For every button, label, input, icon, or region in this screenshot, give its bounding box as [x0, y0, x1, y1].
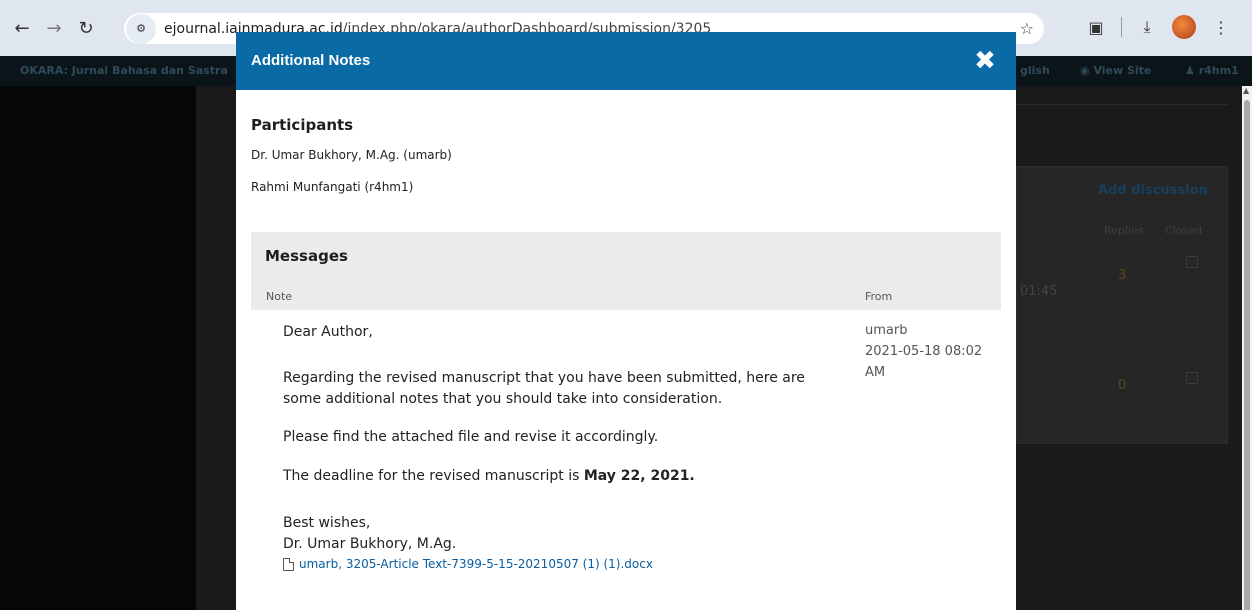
attachment-link[interactable]: umarb, 3205-Article Text-7399-5-15-20210…	[283, 557, 653, 571]
user-menu[interactable]: ♟ r4hm1	[1185, 64, 1239, 77]
journal-brand[interactable]: OKARA: Jurnal Bahasa dan Sastra	[20, 64, 228, 77]
replies-header: Replies	[1104, 224, 1144, 237]
forward-icon[interactable]: →	[38, 12, 70, 44]
modal-header: Additional Notes ✖	[236, 32, 1016, 90]
closing-line: Best wishes,	[283, 515, 371, 531]
participant-item: Dr. Umar Bukhory, M.Ag. (umarb)	[251, 148, 452, 162]
discussion-replies-count: 0	[1118, 378, 1127, 393]
deadline-text: The deadline for the revised manuscript …	[283, 468, 584, 484]
download-icon[interactable]: ⤓	[1136, 16, 1158, 38]
deadline-date: May 22, 2021.	[583, 468, 695, 484]
message-line: some additional notes that you should ta…	[283, 391, 723, 407]
message-deadline: The deadline for the revised manuscript …	[283, 466, 695, 487]
discussion-panel	[1016, 166, 1228, 444]
file-icon	[283, 557, 294, 571]
discussion-time: 01:45	[1020, 284, 1058, 299]
message-closing: Best wishes, Dr. Umar Bukhory, M.Ag.	[283, 513, 456, 555]
message-greeting: Dear Author,	[283, 324, 373, 340]
closed-checkbox[interactable]	[1186, 372, 1198, 384]
menu-icon[interactable]: ⋮	[1210, 16, 1232, 38]
message-paragraph: Please find the attached file and revise…	[283, 429, 659, 445]
site-info-icon[interactable]: ⚙	[126, 13, 156, 44]
star-icon[interactable]: ☆	[1020, 19, 1034, 38]
participants-title: Participants	[251, 116, 354, 134]
divider	[1016, 104, 1228, 105]
back-icon[interactable]: ←	[6, 12, 38, 44]
add-discussion-link[interactable]: Add discussion	[1098, 183, 1208, 198]
message-from-ampm: AM	[865, 365, 886, 380]
closed-header: Closed	[1165, 224, 1202, 237]
scroll-thumb[interactable]	[1244, 100, 1250, 610]
message-from-user: umarb	[865, 323, 908, 338]
messages-title: Messages	[265, 247, 348, 265]
user-name: r4hm1	[1198, 64, 1239, 77]
view-site-label: View Site	[1093, 64, 1152, 77]
message-paragraph: Regarding the revised manuscript that yo…	[283, 368, 805, 410]
attachment-filename: umarb, 3205-Article Text-7399-5-15-20210…	[299, 557, 653, 571]
message-row: Dear Author, Regarding the revised manus…	[251, 310, 1001, 610]
participant-item: Rahmi Munfangati (r4hm1)	[251, 180, 414, 194]
page-scrollbar[interactable]: ▲	[1242, 86, 1252, 610]
closed-checkbox[interactable]	[1186, 256, 1198, 268]
scroll-up-icon[interactable]: ▲	[1243, 86, 1249, 95]
modal-title: Additional Notes	[251, 52, 371, 69]
message-from-date: 2021-05-18 08:02	[865, 344, 983, 359]
message-line: Regarding the revised manuscript that yo…	[283, 370, 805, 386]
toolbar-separator	[1121, 17, 1122, 37]
profile-avatar[interactable]	[1172, 15, 1196, 39]
close-icon[interactable]: ✖	[972, 48, 998, 74]
column-header-from: From	[865, 290, 893, 303]
language-menu[interactable]: glish	[1020, 64, 1050, 77]
discussion-replies-count: 3	[1118, 268, 1127, 283]
column-header-note: Note	[266, 290, 293, 303]
additional-notes-modal: Additional Notes ✖ Participants Dr. Umar…	[236, 32, 1016, 610]
view-site-link[interactable]: ◉ View Site	[1080, 64, 1151, 77]
extensions-icon[interactable]: ▣	[1085, 16, 1107, 38]
sidebar	[0, 86, 196, 610]
eye-icon: ◉	[1080, 64, 1094, 77]
user-icon: ♟	[1185, 64, 1199, 77]
messages-section: Messages Note From Dear Author, Regardin…	[251, 232, 1001, 610]
signature-line: Dr. Umar Bukhory, M.Ag.	[283, 536, 457, 552]
reload-icon[interactable]: ↻	[70, 12, 102, 44]
